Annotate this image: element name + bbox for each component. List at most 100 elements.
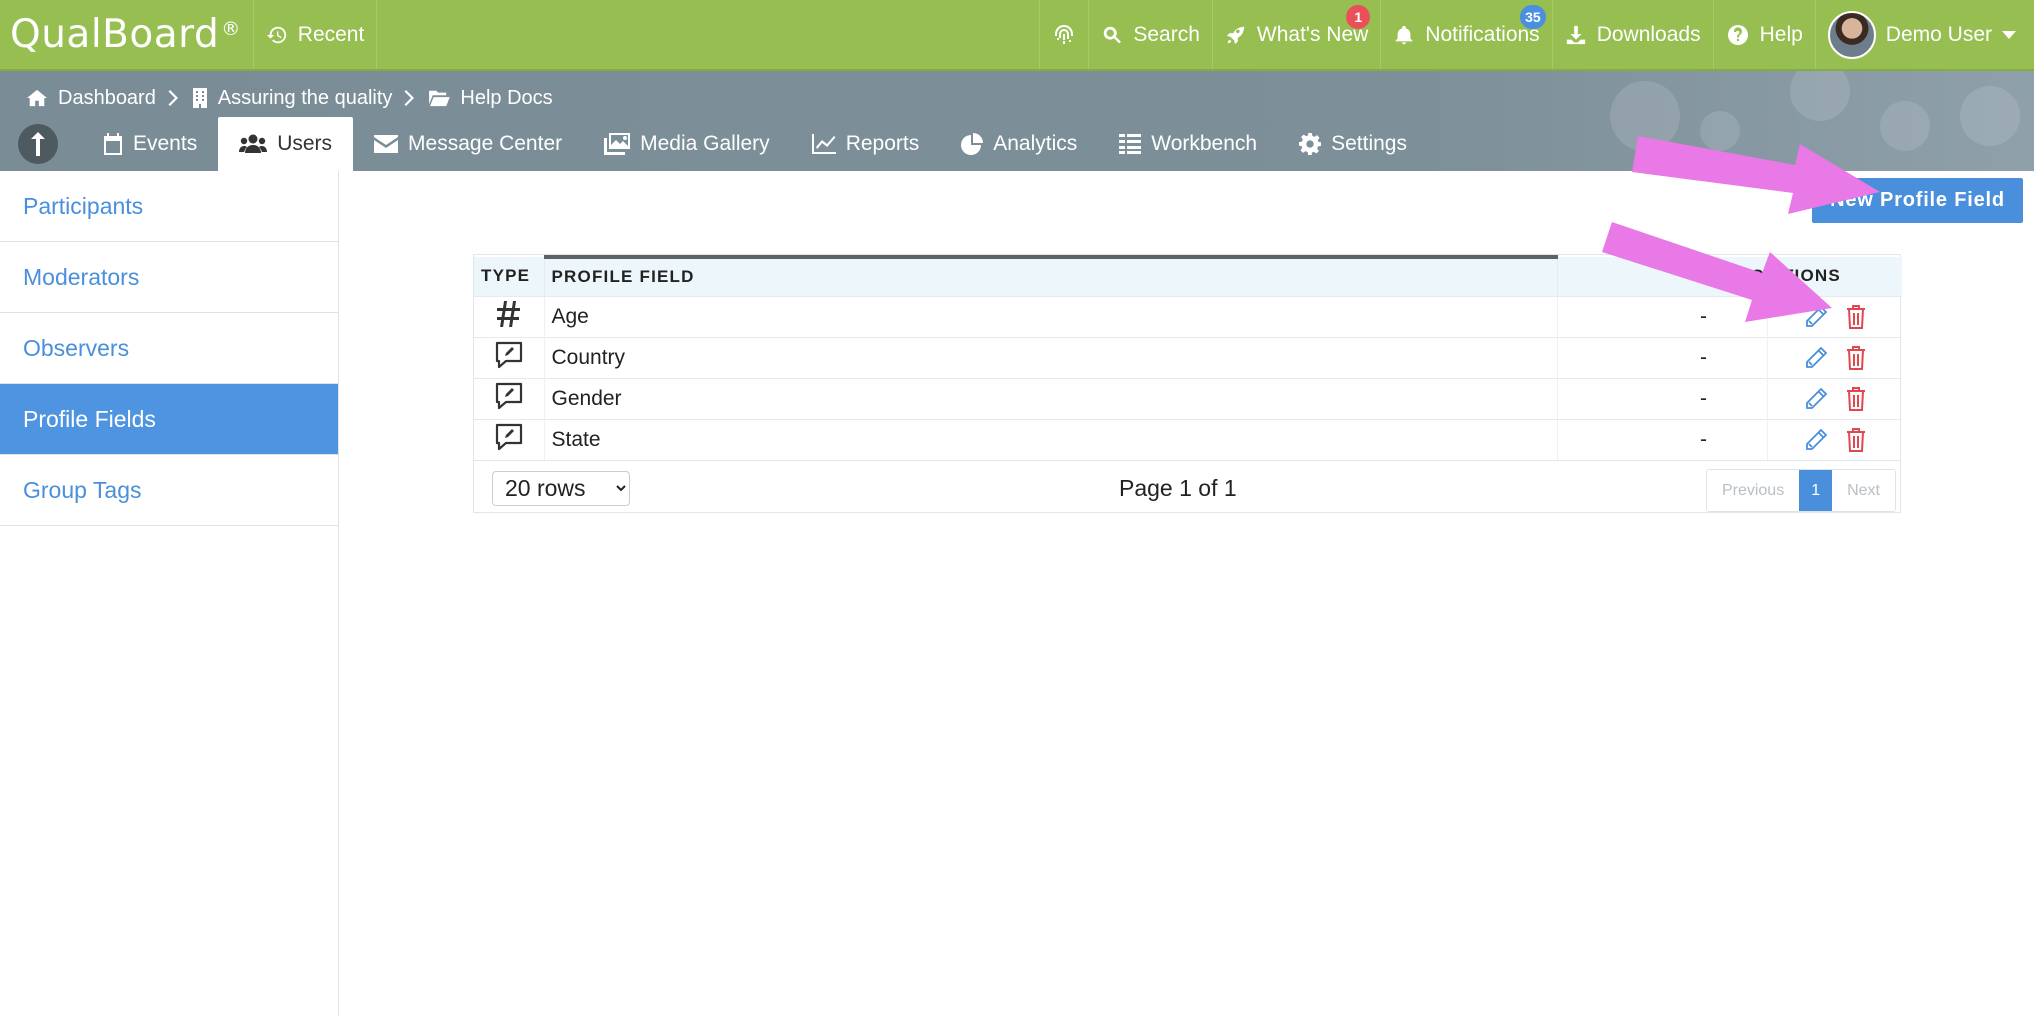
type-cell [474, 378, 545, 419]
actions-cell [1767, 296, 1902, 337]
downloads-label: Downloads [1596, 22, 1701, 46]
chevron-down-icon [2002, 30, 2016, 39]
downloads-button[interactable]: Downloads [1553, 0, 1714, 69]
number-icon [496, 300, 520, 327]
table-row: Country - [474, 337, 1902, 378]
previous-page-button[interactable]: Previous [1706, 470, 1800, 511]
tab-media-gallery[interactable]: Media Gallery [583, 117, 791, 171]
fingerprint-icon [1055, 24, 1074, 44]
tab-message-center[interactable]: Message Center [353, 117, 583, 171]
help-button[interactable]: Help [1714, 0, 1816, 69]
actions-cell [1767, 378, 1902, 419]
pencil-icon[interactable] [1804, 346, 1828, 370]
notifications-badge: 35 [1520, 5, 1546, 29]
pencil-icon[interactable] [1804, 387, 1828, 411]
new-profile-field-button[interactable]: New Profile Field [1812, 178, 2023, 223]
breadcrumb-dashboard-label: Dashboard [58, 86, 156, 109]
recent-label: Recent [297, 22, 365, 46]
tab-message-center-label: Message Center [408, 132, 563, 155]
profile-field-name: State [544, 419, 1558, 460]
breadcrumb-folder-label: Help Docs [460, 86, 553, 109]
trash-icon[interactable] [1846, 345, 1866, 370]
rows-per-page-select[interactable]: 20 rows [492, 470, 630, 506]
column-header-profile-field[interactable]: PROFILE FIELD [544, 255, 1558, 296]
sidebar-item-profile-fields[interactable]: Profile Fields [0, 384, 338, 455]
breadcrumb-folder[interactable]: Help Docs [428, 86, 553, 110]
pie-chart-icon [961, 133, 984, 155]
list-icon [1119, 134, 1142, 154]
breadcrumb-dashboard[interactable]: Dashboard [26, 87, 156, 110]
users-sidebar: Participants Moderators Observers Profil… [0, 171, 339, 1016]
folder-open-icon [429, 90, 451, 107]
comment-edit-icon [495, 382, 522, 409]
table-header-row: TYPE PROFILE FIELD PARTIC CTIONS [474, 255, 1902, 296]
participants-value: - [1557, 419, 1768, 460]
tab-users[interactable]: Users [218, 117, 354, 171]
tab-settings[interactable]: Settings [1278, 117, 1428, 171]
search-icon [1104, 26, 1122, 43]
tab-workbench-label: Workbench [1151, 132, 1258, 155]
notifications-button[interactable]: Notifications 35 [1381, 0, 1553, 69]
current-page-button[interactable]: 1 [1799, 470, 1833, 511]
tab-reports-label: Reports [845, 132, 920, 155]
sidebar-item-group-tags[interactable]: Group Tags [0, 455, 338, 526]
trash-icon[interactable] [1846, 304, 1866, 329]
main-tabs: Events Users Message Center Media Galler… [0, 117, 1428, 171]
sidebar-item-participants[interactable]: Participants [0, 171, 338, 242]
users-icon [239, 134, 268, 153]
envelope-icon [374, 135, 399, 153]
avatar [1827, 10, 1876, 59]
top-bar: QualBoard ® Recent Search What's New 1 No… [0, 0, 2034, 71]
decorative-bubble [1880, 101, 1930, 151]
logo-registered-mark: ® [221, 17, 241, 40]
sidebar-item-observers[interactable]: Observers [0, 313, 338, 384]
tab-workbench[interactable]: Workbench [1098, 117, 1278, 171]
building-icon [192, 88, 207, 108]
trash-icon[interactable] [1846, 386, 1866, 411]
fingerprint-button[interactable] [1040, 0, 1090, 69]
bell-icon [1396, 25, 1413, 44]
page-info: Page 1 of 1 [1119, 475, 1237, 501]
logo-text: QualBoard [10, 12, 220, 57]
profile-field-name: Age [544, 296, 1558, 337]
actions-cell [1767, 337, 1902, 378]
top-bar-spacer [377, 0, 1041, 69]
pencil-icon[interactable] [1804, 428, 1828, 452]
tab-events[interactable]: Events [82, 117, 218, 171]
level-up-button[interactable] [18, 124, 58, 164]
participants-value: - [1557, 337, 1768, 378]
column-header-participants[interactable]: PARTIC [1557, 257, 1768, 296]
sidebar-item-moderators[interactable]: Moderators [0, 242, 338, 313]
user-menu[interactable]: Demo User [1816, 0, 2034, 69]
calendar-icon [104, 133, 122, 155]
column-header-actions: CTIONS [1769, 266, 1841, 286]
column-header-type[interactable]: TYPE [474, 257, 545, 296]
chevron-right-icon [404, 90, 415, 106]
breadcrumb-project-label: Assuring the quality [217, 86, 393, 109]
type-cell [474, 337, 545, 378]
chevron-right-icon [168, 90, 178, 106]
profile-field-name: Gender [544, 378, 1558, 419]
recent-button[interactable]: Recent [254, 0, 378, 69]
tab-media-gallery-label: Media Gallery [640, 132, 770, 155]
comment-edit-icon [495, 423, 522, 450]
trash-icon[interactable] [1846, 427, 1866, 452]
qualboard-logo[interactable]: QualBoard ® [0, 0, 254, 69]
decorative-bubble [1700, 111, 1740, 151]
home-icon [27, 89, 47, 107]
type-cell [474, 296, 545, 337]
whats-new-button[interactable]: What's New 1 [1213, 0, 1382, 69]
search-label: Search [1133, 22, 1200, 46]
notifications-label: Notifications [1425, 22, 1540, 46]
decorative-bubble [1960, 86, 2020, 146]
help-label: Help [1759, 22, 1803, 46]
breadcrumb-project[interactable]: Assuring the quality [192, 86, 393, 110]
table-pagination: 20 rows Page 1 of 1 Previous 1 Next [474, 460, 1900, 515]
tab-analytics-label: Analytics [993, 132, 1078, 155]
next-page-button[interactable]: Next [1832, 470, 1895, 511]
tab-analytics[interactable]: Analytics [940, 117, 1098, 171]
navigation-band: Dashboard Assuring the quality Help Docs… [0, 71, 2034, 171]
tab-reports[interactable]: Reports [791, 117, 941, 171]
search-button[interactable]: Search [1089, 0, 1213, 69]
pencil-icon[interactable] [1804, 305, 1828, 329]
